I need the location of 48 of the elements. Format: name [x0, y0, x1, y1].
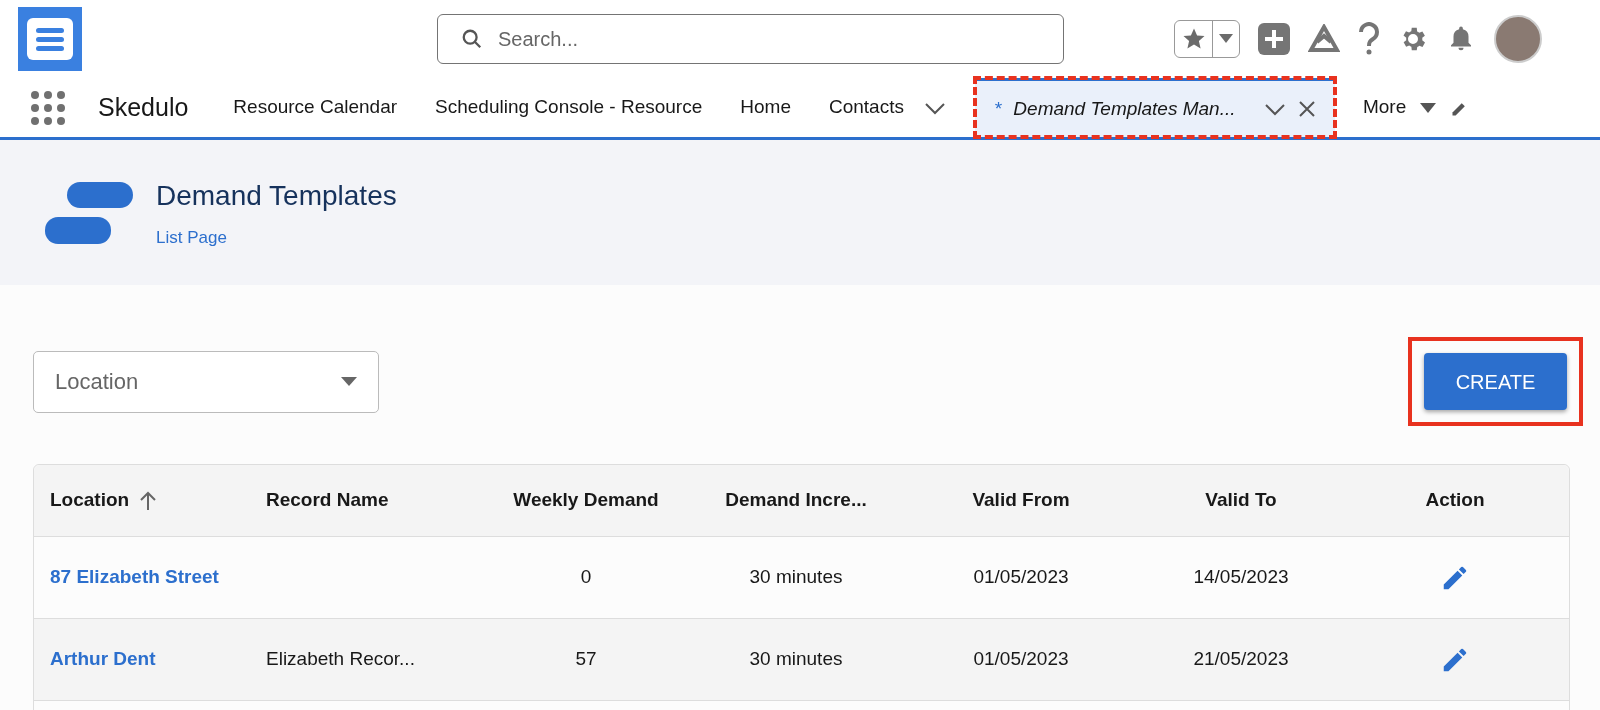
add-icon[interactable] [1258, 23, 1290, 55]
search-icon [461, 28, 483, 50]
star-icon [1181, 27, 1206, 51]
table-cell: 01/05/2023 [973, 648, 1069, 670]
table-cell: 57 [575, 648, 597, 670]
avatar[interactable] [1494, 15, 1542, 63]
nav-tab[interactable]: Resource Calendar [214, 78, 417, 137]
column-header[interactable]: Weekly Demand [513, 486, 659, 515]
caret-icon [1219, 34, 1233, 44]
app-launcher-icon[interactable] [30, 89, 66, 126]
create-button[interactable]: CREATE [1424, 353, 1567, 410]
column-header[interactable]: Demand Incre... [725, 486, 867, 515]
column-header[interactable]: Action [1425, 486, 1485, 515]
favorites-button[interactable] [1174, 20, 1240, 58]
app-name: Skedulo [98, 91, 189, 123]
table-cell: 14/05/2023 [1193, 566, 1289, 588]
app-logo-icon[interactable] [18, 7, 82, 71]
nav-tab[interactable]: Scheduling Console - Resource [416, 78, 722, 137]
table-cell: Elizabeth Recor... [266, 648, 415, 670]
sort-arrow-icon[interactable] [139, 490, 158, 511]
nav-tab[interactable]: * Demand Templates Man... [974, 78, 1335, 137]
caret-icon [341, 377, 357, 386]
help-icon[interactable] [1358, 22, 1380, 56]
location-dropdown[interactable]: Location [33, 350, 379, 413]
close-icon[interactable] [1297, 100, 1316, 118]
mountain-icon[interactable] [1308, 24, 1340, 54]
column-header[interactable]: Valid To [1205, 486, 1277, 515]
chevron-icon[interactable] [1263, 102, 1286, 116]
table-cell: 01/05/2023 [973, 566, 1069, 588]
search-field[interactable]: Search... [437, 14, 1064, 64]
column-header[interactable]: Location [50, 486, 158, 515]
column-header[interactable]: Valid From [972, 486, 1070, 515]
table-cell: 30 minutes [749, 648, 843, 670]
location-link[interactable]: 87 Elizabeth Street [50, 566, 219, 588]
table-cell: 30 minutes [749, 566, 843, 588]
nav-tab[interactable]: Contacts [809, 78, 965, 137]
nav-tab[interactable]: Home [721, 78, 810, 137]
unsaved-mark: * [993, 96, 1002, 121]
page-logo-icon [45, 181, 133, 244]
more-menu[interactable]: More [1362, 93, 1407, 122]
column-header[interactable]: Record Name [266, 486, 389, 515]
page-title: Demand Templates [156, 178, 397, 213]
page-subtitle[interactable]: List Page [156, 224, 397, 251]
chevron-icon[interactable] [923, 100, 946, 115]
caret-icon [1420, 102, 1437, 113]
location-link[interactable]: Arthur Dent [50, 648, 156, 670]
table-cell: 0 [580, 566, 592, 588]
table-cell: 21/05/2023 [1193, 648, 1289, 670]
